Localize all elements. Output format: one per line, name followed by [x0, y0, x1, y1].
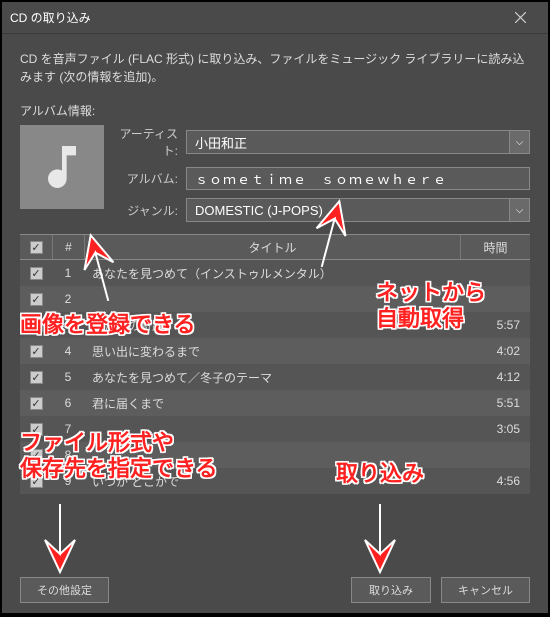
table-row[interactable]: ✓ 9いつか どこかで4:56: [20, 468, 530, 494]
row-title: 思い出に変わるまで: [84, 338, 460, 364]
genre-label: ジャンル:: [116, 202, 178, 219]
genre-select[interactable]: DOMESTIC (J-POPS): [186, 198, 510, 222]
import-button[interactable]: 取り込み: [351, 577, 431, 603]
artist-select[interactable]: 小田和正: [186, 130, 510, 154]
row-time: 5:57: [460, 312, 530, 338]
table-row[interactable]: ✓ 7 3:05: [20, 416, 530, 442]
col-header-num[interactable]: #: [52, 235, 84, 259]
window-title: CD の取り込み: [10, 9, 500, 26]
other-settings-button[interactable]: その他設定: [20, 577, 109, 603]
row-checkbox[interactable]: ✓: [30, 293, 43, 306]
table-row[interactable]: ✓8: [20, 442, 530, 468]
table-row[interactable]: ✓ 5あなたを見つめて／冬子のテーマ4:12: [20, 364, 530, 390]
album-fields: アーティスト: 小田和正 ⌵ アルバム: ジャンル: DOMESTIC (J-P…: [116, 125, 530, 222]
description-text: CD を音声ファイル (FLAC 形式) に取り込み、ファイルをミュージック ラ…: [20, 50, 530, 86]
table-row[interactable]: ✓ 4思い出に変わるまで4:02: [20, 338, 530, 364]
row-checkbox[interactable]: ✓: [30, 371, 43, 384]
table-header-row: ✓ # タイトル 時間: [20, 234, 530, 260]
row-checkbox[interactable]: ✓: [30, 267, 43, 280]
titlebar: CD の取り込み: [2, 2, 548, 34]
album-info-label: アルバム情報:: [20, 102, 530, 119]
row-num: 2: [52, 286, 84, 312]
col-header-title[interactable]: タイトル: [84, 235, 460, 259]
table-row[interactable]: ✓2: [20, 286, 530, 312]
row-num: 6: [52, 390, 84, 416]
import-cd-dialog: CD の取り込み CD を音声ファイル (FLAC 形式) に取り込み、ファイル…: [2, 2, 548, 613]
row-checkbox[interactable]: ✓: [30, 449, 43, 462]
row-checkbox[interactable]: ✓: [30, 423, 43, 436]
row-time: [460, 260, 530, 286]
chevron-down-icon[interactable]: ⌵: [510, 130, 530, 154]
row-time: 4:56: [460, 468, 530, 494]
row-num: 5: [52, 364, 84, 390]
track-table: ✓ # タイトル 時間 ✓1あなたを見つめて（インストゥルメンタル）✓2✓3ふた…: [20, 234, 530, 494]
row-time: 3:05: [460, 416, 530, 442]
row-title: 君に届くまで: [84, 390, 460, 416]
row-title: [84, 286, 460, 312]
row-num: 9: [52, 468, 84, 494]
row-num: 3: [52, 312, 84, 338]
row-checkbox[interactable]: ✓: [30, 345, 43, 358]
row-title: [84, 442, 460, 468]
table-body: ✓1あなたを見つめて（インストゥルメンタル）✓2✓3ふたつの奇跡5:57✓4思い…: [20, 260, 530, 494]
row-checkbox[interactable]: ✓: [30, 319, 43, 332]
chevron-down-icon[interactable]: ⌵: [510, 198, 530, 222]
close-button[interactable]: [500, 2, 540, 34]
album-info-section: アーティスト: 小田和正 ⌵ アルバム: ジャンル: DOMESTIC (J-P…: [20, 125, 530, 222]
row-num: 1: [52, 260, 84, 286]
row-title: [84, 416, 460, 442]
table-row[interactable]: ✓ 3ふたつの奇跡5:57: [20, 312, 530, 338]
album-label: アルバム:: [116, 170, 178, 187]
row-title: あなたを見つめて（インストゥルメンタル）: [84, 260, 460, 286]
row-num: 4: [52, 338, 84, 364]
col-header-time[interactable]: 時間: [460, 235, 530, 259]
row-title: ふたつの奇跡: [84, 312, 460, 338]
close-icon: [515, 12, 526, 23]
album-input[interactable]: [186, 167, 530, 190]
row-title: いつか どこかで: [84, 468, 460, 494]
table-row[interactable]: ✓ 6君に届くまで5:51: [20, 390, 530, 416]
row-time: [460, 442, 530, 468]
row-num: 7: [52, 416, 84, 442]
row-time: 4:12: [460, 364, 530, 390]
cancel-button[interactable]: キャンセル: [441, 577, 530, 603]
dialog-footer: その他設定 取り込み キャンセル: [2, 567, 548, 613]
row-title: あなたを見つめて／冬子のテーマ: [84, 364, 460, 390]
row-num: 8: [52, 442, 84, 468]
dialog-content: CD を音声ファイル (FLAC 形式) に取り込み、ファイルをミュージック ラ…: [2, 34, 548, 567]
music-note-icon: [34, 139, 90, 195]
table-row[interactable]: ✓ 1あなたを見つめて（インストゥルメンタル）: [20, 260, 530, 286]
album-artwork-placeholder[interactable]: [20, 125, 104, 209]
row-time: 5:51: [460, 390, 530, 416]
row-time: [460, 286, 530, 312]
select-all-checkbox[interactable]: ✓: [30, 241, 43, 254]
row-time: 4:02: [460, 338, 530, 364]
row-checkbox[interactable]: ✓: [30, 475, 43, 488]
artist-label: アーティスト:: [116, 125, 178, 159]
row-checkbox[interactable]: ✓: [30, 397, 43, 410]
